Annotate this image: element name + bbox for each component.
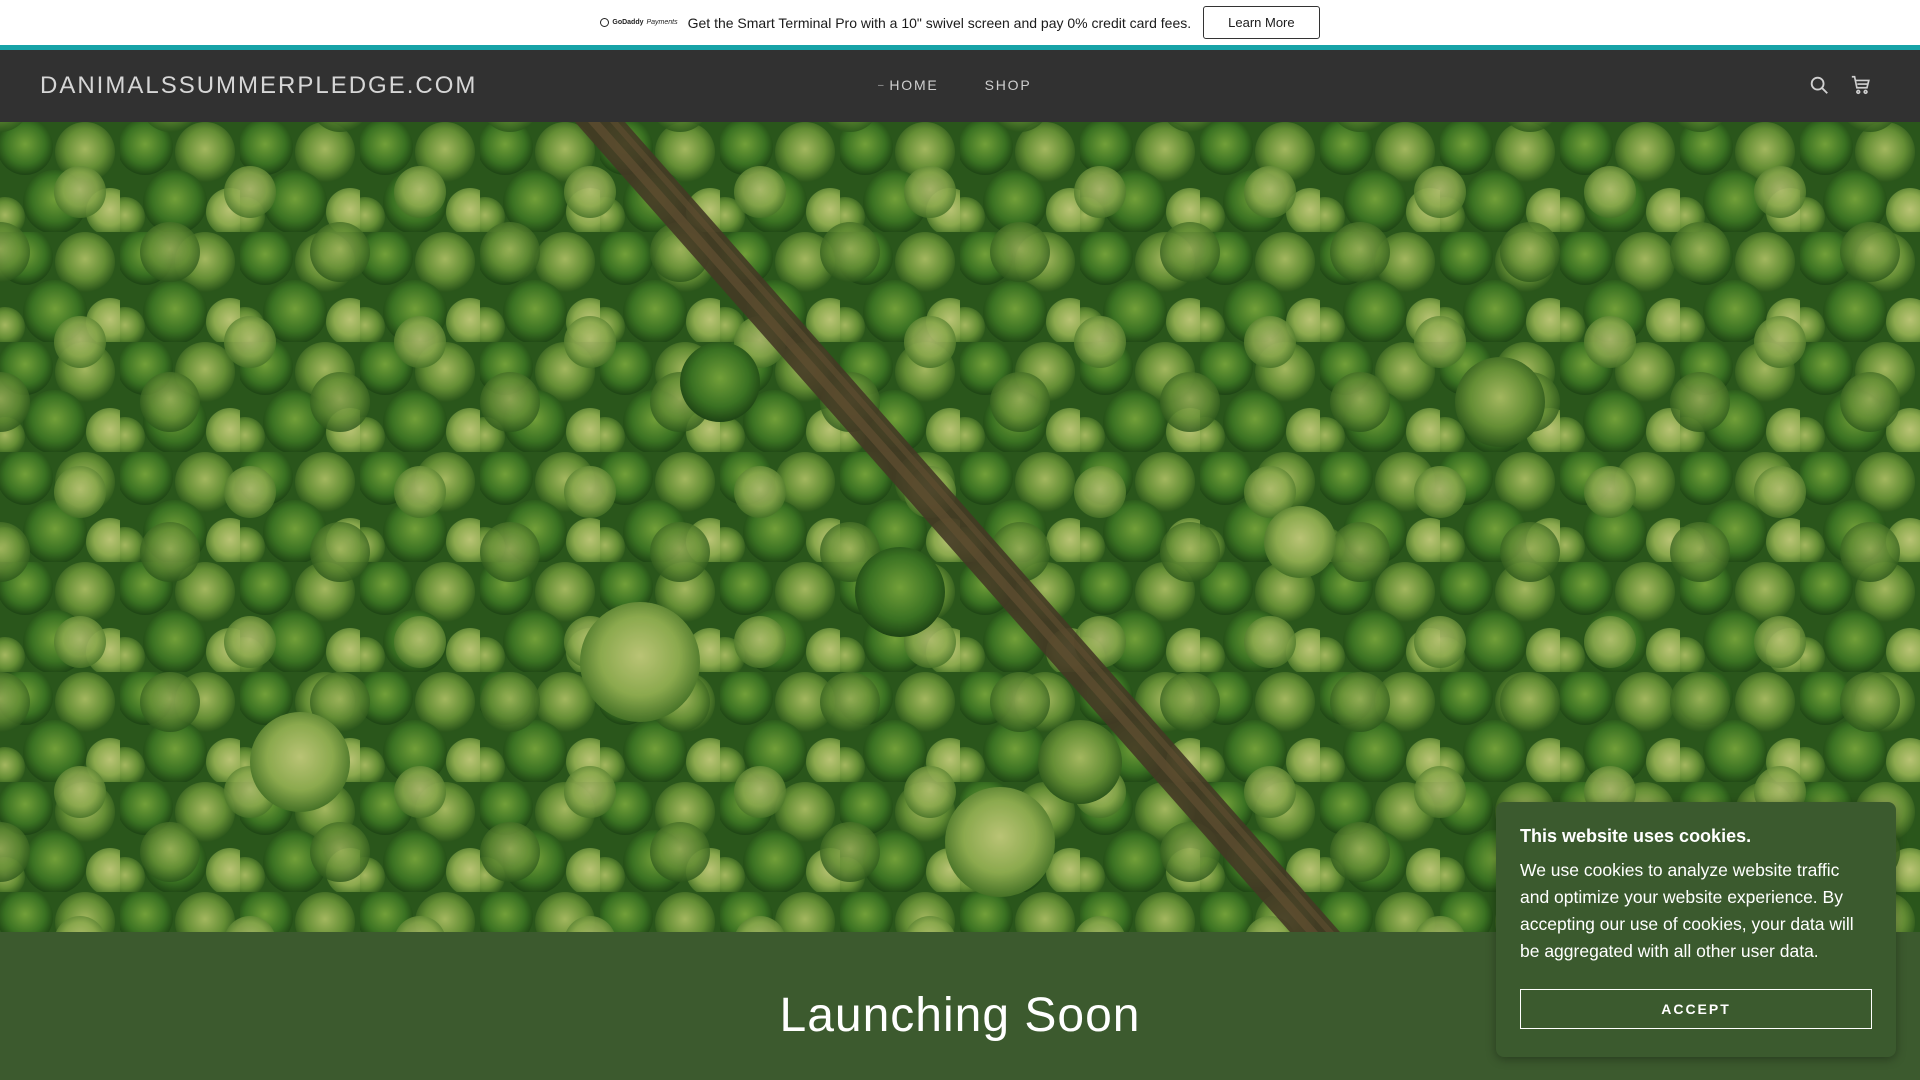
cart-icon[interactable] (1850, 74, 1872, 96)
site-title[interactable]: DANIMALSSUMMERPLEDGE.COM (40, 72, 477, 100)
accept-cookies-button[interactable]: ACCEPT (1520, 989, 1872, 1029)
main-nav: – HOME SHOP (878, 77, 1031, 93)
logo-text: GoDaddy (612, 19, 644, 26)
cookie-title: This website uses cookies. (1520, 826, 1752, 846)
cookie-message: We use cookies to analyze website traffi… (1520, 860, 1854, 961)
godaddy-payments-logo: GoDaddy Payments (600, 18, 678, 27)
nav-shop-label: SHOP (984, 77, 1032, 93)
nav-home-label: HOME (889, 77, 939, 93)
nav-item-shop[interactable]: SHOP (985, 77, 1032, 93)
search-icon[interactable] (1808, 74, 1830, 96)
promo-message: Get the Smart Terminal Pro with a 10" sw… (687, 14, 1192, 31)
site-header: DANIMALSSUMMERPLEDGE.COM – HOME SHOP (0, 50, 1920, 122)
promo-banner: GoDaddy Payments Get the Smart Terminal … (0, 0, 1920, 45)
header-icons (1808, 74, 1872, 96)
active-indicator: – (878, 79, 886, 91)
learn-more-button[interactable]: Learn More (1203, 6, 1320, 39)
cookie-consent-banner: This website uses cookies. We use cookie… (1496, 802, 1896, 1057)
nav-item-home[interactable]: – HOME (878, 77, 939, 93)
logo-subtext: Payments (646, 19, 678, 26)
godaddy-logo-icon (600, 18, 610, 27)
